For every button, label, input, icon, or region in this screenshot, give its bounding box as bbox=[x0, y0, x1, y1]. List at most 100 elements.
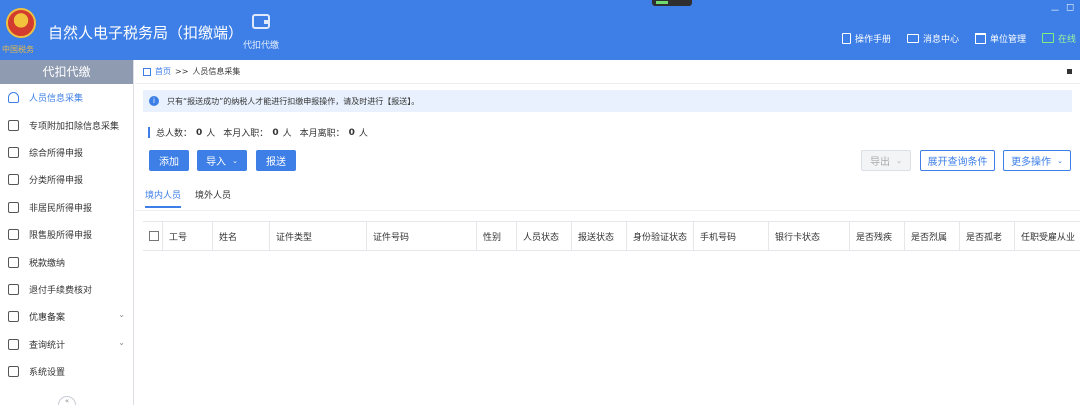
gear-icon bbox=[8, 366, 19, 378]
unit-management-link[interactable]: 单位管理 bbox=[974, 32, 1026, 45]
add-button[interactable]: 添加 bbox=[149, 150, 189, 171]
tab-overseas[interactable]: 境外人员 bbox=[195, 188, 231, 208]
manual-link[interactable]: 操作手册 bbox=[841, 32, 891, 45]
column-header[interactable]: 身份验证状态 bbox=[627, 222, 694, 250]
layers-icon bbox=[8, 146, 19, 158]
person-icon bbox=[8, 92, 19, 104]
notice-text: 只有“报送成功”的纳税人才能进行扣缴申报操作，请及时进行【报送】。 bbox=[167, 96, 420, 106]
table-header: 工号 姓名 证件类型 证件号码 性别 人员状态 报送状态 身份验证状态 手机号码… bbox=[143, 221, 1080, 251]
sidebar-item-comprehensive-income[interactable]: 综合所得申报 bbox=[0, 139, 133, 166]
search-list-icon bbox=[8, 338, 19, 350]
sidebar-item-restricted-shares[interactable]: 限售股所得申报 bbox=[0, 221, 133, 248]
column-header[interactable]: 证件类型 bbox=[270, 222, 367, 250]
notice-banner: i 只有“报送成功”的纳税人才能进行扣缴申报操作，请及时进行【报送】。 bbox=[143, 90, 1072, 112]
restore-button[interactable]: ◻ bbox=[1066, 2, 1074, 13]
breadcrumb-separator: >> bbox=[175, 67, 189, 76]
person-tabs: 境内人员 境外人员 bbox=[145, 188, 231, 208]
pie-icon bbox=[8, 174, 19, 186]
unit-management-label: 单位管理 bbox=[989, 34, 1026, 45]
sidebar-header: 代扣代缴 bbox=[0, 60, 133, 84]
wallet-icon bbox=[252, 14, 270, 29]
column-header[interactable]: 是否残疾 bbox=[850, 222, 905, 250]
sidebar-item-preferential-filing[interactable]: 优惠备案 ⌄ bbox=[0, 303, 133, 330]
sidebar-item-label: 退付手续费核对 bbox=[29, 285, 93, 296]
total-label: 总人数： bbox=[156, 129, 193, 139]
sidebar-item-label: 综合所得申报 bbox=[29, 148, 84, 159]
top-nav-withholding[interactable]: 代扣代缴 bbox=[240, 10, 282, 56]
sidebar-item-label: 专项附加扣除信息采集 bbox=[29, 121, 120, 132]
left-unit: 人 bbox=[358, 129, 368, 139]
minimize-button[interactable]: － bbox=[1050, 2, 1060, 17]
sidebar-item-person-info[interactable]: 人员信息采集 bbox=[0, 84, 133, 111]
sidebar-item-classified-income[interactable]: 分类所得申报 bbox=[0, 166, 133, 193]
column-header[interactable]: 手机号码 bbox=[694, 222, 769, 250]
top-nav-label: 代扣代缴 bbox=[242, 41, 279, 51]
online-status[interactable]: 在线 bbox=[1041, 32, 1076, 45]
breadcrumb-current: 人员信息采集 bbox=[192, 67, 241, 76]
message-center-link[interactable]: 消息中心 bbox=[906, 32, 959, 45]
left-label: 本月离职： bbox=[299, 129, 345, 139]
main-content: 首页 >> 人员信息采集 i 只有“报送成功”的纳税人才能进行扣缴申报操作，请及… bbox=[135, 60, 1080, 405]
column-header[interactable]: 是否孤老 bbox=[960, 222, 1015, 250]
document-icon bbox=[8, 283, 19, 295]
total-value: 0 bbox=[196, 127, 203, 138]
sidebar-item-label: 人员信息采集 bbox=[29, 94, 84, 105]
select-all-checkbox[interactable] bbox=[149, 231, 159, 241]
chevron-down-icon: ⌄ bbox=[1057, 156, 1063, 165]
person-outline-icon bbox=[8, 201, 19, 213]
top-actions: 操作手册 消息中心 单位管理 在线 bbox=[841, 30, 1076, 46]
sidebar-item-query-stats[interactable]: 查询统计 ⌄ bbox=[0, 331, 133, 358]
tab-domestic[interactable]: 境内人员 bbox=[145, 188, 182, 208]
sidebar-item-system-settings[interactable]: 系统设置 bbox=[0, 358, 133, 385]
online-label: 在线 bbox=[1057, 34, 1076, 45]
left-value: 0 bbox=[348, 127, 355, 138]
home-icon bbox=[143, 67, 151, 76]
sidebar-item-nonresident-income[interactable]: 非居民所得申报 bbox=[0, 194, 133, 221]
message-center-label: 消息中心 bbox=[922, 34, 959, 45]
sidebar-collapse-button[interactable]: « bbox=[58, 396, 76, 405]
sidebar-item-tax-payment[interactable]: 税款缴纳 bbox=[0, 248, 133, 275]
export-label: 导出 bbox=[870, 157, 891, 168]
column-header[interactable]: 姓名 bbox=[213, 222, 270, 250]
more-actions-button[interactable]: 更多操作 ⌄ bbox=[1003, 150, 1071, 171]
expand-query-button[interactable]: 展开查询条件 bbox=[920, 150, 995, 171]
manual-icon bbox=[841, 32, 851, 44]
sidebar-item-label: 非居民所得申报 bbox=[29, 203, 93, 214]
tax-emblem-icon bbox=[6, 8, 36, 38]
breadcrumb-home[interactable]: 首页 bbox=[155, 66, 171, 77]
column-header[interactable]: 报送状态 bbox=[572, 222, 627, 250]
mail-icon bbox=[906, 33, 919, 43]
column-header[interactable]: 是否烈属 bbox=[905, 222, 960, 250]
column-header[interactable]: 证件号码 bbox=[367, 222, 477, 250]
sidebar-item-label: 优惠备案 bbox=[29, 313, 66, 324]
column-header[interactable]: 银行卡状态 bbox=[769, 222, 850, 250]
column-header[interactable]: 工号 bbox=[163, 222, 213, 250]
breadcrumb: 首页 >> 人员信息采集 bbox=[135, 60, 1080, 84]
manual-label: 操作手册 bbox=[854, 34, 891, 45]
column-header[interactable]: 任职受雇从业 bbox=[1015, 222, 1080, 250]
emblem-text: 中国税务 bbox=[2, 45, 34, 54]
chevron-down-icon: ⌄ bbox=[118, 310, 125, 320]
import-button[interactable]: 导入 ⌄ bbox=[197, 150, 247, 171]
sidebar-item-refund-fee[interactable]: 退付手续费核对 bbox=[0, 276, 133, 303]
chevron-down-icon: ⌄ bbox=[896, 156, 902, 165]
column-header[interactable]: 人员状态 bbox=[517, 222, 572, 250]
sidebar-item-label: 分类所得申报 bbox=[29, 176, 84, 187]
submit-button[interactable]: 报送 bbox=[256, 150, 296, 171]
tab-divider bbox=[135, 210, 1080, 211]
more-actions-label: 更多操作 bbox=[1011, 157, 1052, 168]
export-button[interactable]: 导出 ⌄ bbox=[861, 150, 911, 171]
sidebar-item-label: 查询统计 bbox=[29, 340, 66, 351]
import-label: 导入 bbox=[206, 157, 227, 168]
sidebar-item-label: 限售股所得申报 bbox=[29, 231, 93, 242]
window-handle[interactable] bbox=[652, 0, 692, 6]
chevron-down-icon: ⌄ bbox=[232, 156, 238, 165]
bar-chart-icon bbox=[8, 229, 19, 241]
chevron-down-icon: ⌄ bbox=[118, 337, 125, 347]
select-all-cell bbox=[143, 222, 163, 250]
column-header[interactable]: 性别 bbox=[477, 222, 517, 250]
maximize-icon[interactable] bbox=[1067, 69, 1072, 74]
sidebar-item-special-deduction[interactable]: 专项附加扣除信息采集 bbox=[0, 111, 133, 138]
sidebar-item-label: 系统设置 bbox=[29, 368, 66, 379]
total-unit: 人 bbox=[206, 129, 216, 139]
